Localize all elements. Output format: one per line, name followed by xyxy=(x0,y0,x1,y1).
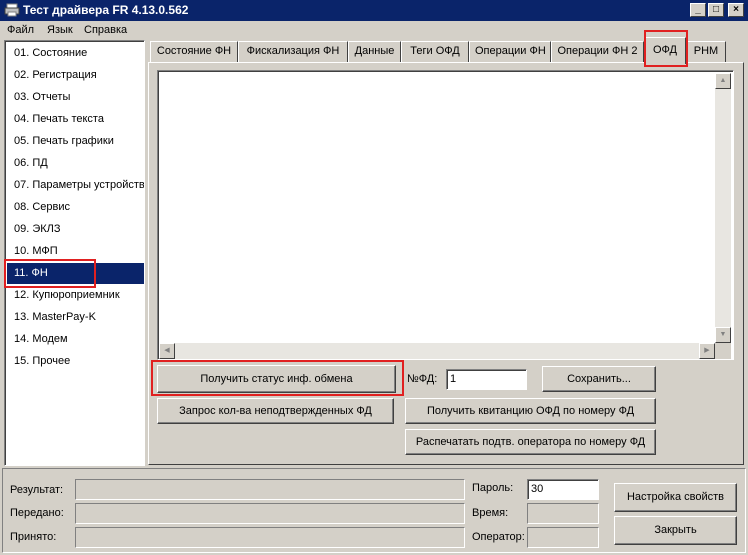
sent-label: Передано: xyxy=(10,507,64,519)
menu-language[interactable]: Язык xyxy=(43,23,77,38)
vertical-scrollbar[interactable]: ▲ ▼ xyxy=(715,73,731,343)
output-textarea[interactable] xyxy=(157,70,734,360)
scroll-down-icon[interactable]: ▼ xyxy=(715,327,731,343)
minimize-button[interactable]: _ xyxy=(690,3,706,17)
password-input[interactable]: 30 xyxy=(527,479,599,500)
unconfirmed-fd-count-button[interactable]: Запрос кол-ва неподтвержденных ФД xyxy=(157,398,394,424)
list-item-state[interactable]: 01. Состояние xyxy=(7,43,144,64)
tab-ofd-tags[interactable]: Теги ОФД xyxy=(401,41,469,62)
fd-number-input[interactable]: 1 xyxy=(446,369,527,390)
print-operator-confirmation-button[interactable]: Распечатать подтв. оператора по номеру Ф… xyxy=(405,429,656,455)
get-ofd-receipt-button[interactable]: Получить квитанцию ОФД по номеру ФД xyxy=(405,398,656,424)
list-item-pd[interactable]: 06. ПД xyxy=(7,153,144,174)
tab-fn-operations[interactable]: Операции ФН xyxy=(469,41,551,62)
menu-help[interactable]: Справка xyxy=(80,23,131,38)
tab-fn-state[interactable]: Состояние ФН xyxy=(150,41,238,62)
list-item-device-params[interactable]: 07. Параметры устройства xyxy=(7,175,144,196)
list-item-other[interactable]: 15. Прочее xyxy=(7,351,144,372)
tab-fiscalization[interactable]: Фискализация ФН xyxy=(238,41,348,62)
get-exchange-status-button[interactable]: Получить статус инф. обмена xyxy=(157,365,396,393)
list-item-eklz[interactable]: 09. ЭКЛЗ xyxy=(7,219,144,240)
scroll-left-icon[interactable]: ◀ xyxy=(159,343,175,359)
received-field xyxy=(75,527,465,548)
scroll-right-icon[interactable]: ▶ xyxy=(699,343,715,359)
scroll-up-icon[interactable]: ▲ xyxy=(715,73,731,89)
list-item-fn[interactable]: 11. ФН xyxy=(7,263,144,284)
result-field xyxy=(75,479,465,500)
tab-data[interactable]: Данные xyxy=(348,41,401,62)
operator-label: Оператор: xyxy=(472,531,525,543)
password-label: Пароль: xyxy=(472,482,514,494)
sent-field xyxy=(75,503,465,524)
operator-field xyxy=(527,527,599,548)
list-item-bill-acceptor[interactable]: 12. Купюроприемник xyxy=(7,285,144,306)
tab-rnm[interactable]: РНМ xyxy=(686,41,726,62)
list-item-mfp[interactable]: 10. МФП xyxy=(7,241,144,262)
maximize-button[interactable]: □ xyxy=(708,3,724,17)
title-bar: Тест драйвера FR 4.13.0.562 _ □ × xyxy=(0,0,748,21)
fd-number-label: №ФД: xyxy=(407,373,438,385)
list-item-modem[interactable]: 14. Модем xyxy=(7,329,144,350)
received-label: Принято: xyxy=(10,531,57,543)
time-label: Время: xyxy=(472,507,509,519)
window-title: Тест драйвера FR 4.13.0.562 xyxy=(23,3,189,17)
time-field xyxy=(527,503,599,524)
result-label: Результат: xyxy=(10,484,64,496)
save-button[interactable]: Сохранить... xyxy=(542,366,656,392)
list-item-print-graphics[interactable]: 05. Печать графики xyxy=(7,131,144,152)
list-item-service[interactable]: 08. Сервис xyxy=(7,197,144,218)
settings-button[interactable]: Настройка свойств xyxy=(614,483,737,512)
tab-ofd[interactable]: ОФД xyxy=(644,37,686,64)
close-window-button[interactable]: × xyxy=(728,3,744,17)
list-item-masterpay[interactable]: 13. MasterPay-K xyxy=(7,307,144,328)
close-button[interactable]: Закрыть xyxy=(614,516,737,545)
tab-fn-operations-2[interactable]: Операции ФН 2 xyxy=(551,41,644,62)
scroll-corner xyxy=(715,343,731,359)
section-list[interactable]: 01. Состояние 02. Регистрация 03. Отчеты… xyxy=(4,40,145,466)
list-item-reports[interactable]: 03. Отчеты xyxy=(7,87,144,108)
printer-icon xyxy=(4,3,20,17)
menu-bar: Файл Язык Справка xyxy=(0,21,748,40)
horizontal-scrollbar[interactable]: ◀ ▶ xyxy=(159,343,715,359)
menu-file[interactable]: Файл xyxy=(3,23,38,38)
list-item-print-text[interactable]: 04. Печать текста xyxy=(7,109,144,130)
list-item-registration[interactable]: 02. Регистрация xyxy=(7,65,144,86)
